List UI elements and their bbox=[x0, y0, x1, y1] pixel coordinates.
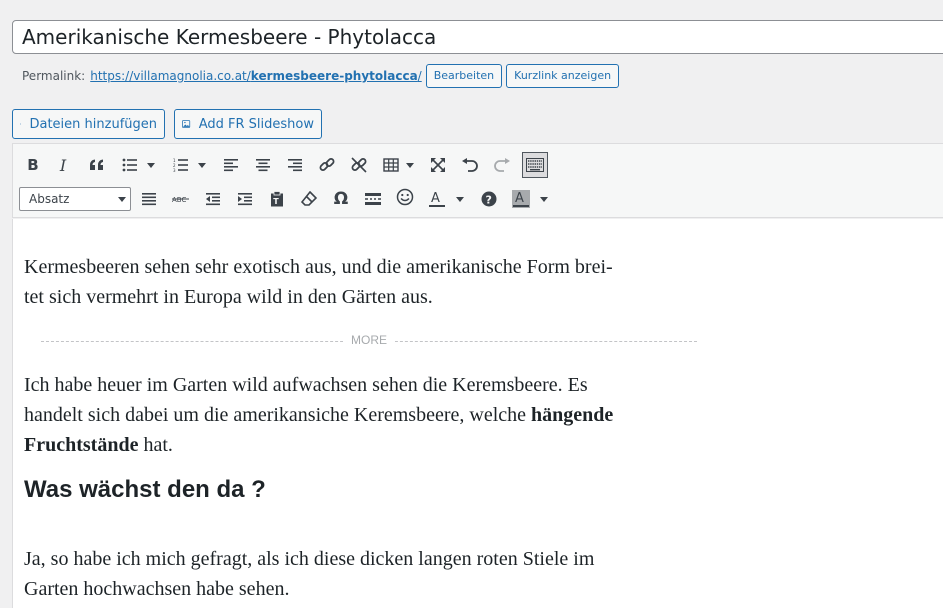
blockquote-icon[interactable] bbox=[85, 153, 109, 177]
svg-text:T: T bbox=[273, 197, 279, 206]
bold-text-haengende: hängende bbox=[531, 404, 614, 426]
permalink-url-trail: / bbox=[417, 69, 422, 83]
align-center-icon[interactable] bbox=[251, 153, 275, 177]
emoticon-icon[interactable] bbox=[393, 185, 417, 209]
link-icon[interactable] bbox=[315, 153, 339, 177]
svg-text:A: A bbox=[431, 191, 440, 206]
align-left-icon[interactable] bbox=[219, 153, 243, 177]
clear-format-icon[interactable] bbox=[297, 187, 321, 211]
paragraph-second-line1: Ich habe heuer im Garten wild aufwachsen… bbox=[24, 374, 588, 396]
paragraph-second-text: handelt sich dabei um die amerikansiche … bbox=[24, 404, 532, 426]
indent-icon[interactable] bbox=[233, 187, 257, 211]
paragraph-second-line2: handelt sich dabei um die amerikansiche … bbox=[24, 400, 714, 430]
text-color-dropdown-icon[interactable] bbox=[455, 187, 465, 211]
permalink-label: Permalink: bbox=[22, 69, 86, 83]
add-media-button[interactable]: Dateien hinzufügen bbox=[12, 109, 165, 139]
format-select[interactable]: Absatz bbox=[19, 187, 131, 211]
chevron-down-icon bbox=[118, 197, 126, 202]
svg-text:?: ? bbox=[486, 194, 492, 207]
permalink-link[interactable]: https://villamagnolia.co.at/kermesbeere-… bbox=[90, 69, 421, 83]
edit-permalink-button[interactable]: Bearbeiten bbox=[425, 64, 503, 88]
unlink-icon[interactable] bbox=[347, 153, 371, 177]
italic-icon[interactable]: I bbox=[51, 153, 75, 177]
table-dropdown-icon[interactable] bbox=[405, 153, 415, 177]
paragraph-second-end: hat. bbox=[138, 434, 173, 456]
redo-icon[interactable] bbox=[490, 153, 514, 177]
justify-icon[interactable] bbox=[137, 187, 161, 211]
paste-text-icon[interactable]: T bbox=[265, 187, 289, 211]
shortlink-button[interactable]: Kurzlink anzeigen bbox=[506, 64, 620, 88]
permalink-url-base: https://villamagnolia.co.at/ bbox=[90, 69, 251, 83]
paragraph-intro: Kermesbeeren sehen sehr exotisch aus, un… bbox=[24, 252, 714, 312]
content-heading: Was wächst den da ? bbox=[24, 476, 266, 503]
slideshow-icon bbox=[182, 120, 191, 128]
numbered-list-dropdown-icon[interactable] bbox=[197, 153, 207, 177]
background-color-icon[interactable]: A bbox=[509, 187, 533, 211]
media-icon bbox=[20, 123, 22, 125]
bullet-list-icon[interactable] bbox=[118, 153, 142, 177]
add-slideshow-button[interactable]: Add FR Slideshow bbox=[174, 109, 322, 139]
add-media-label: Dateien hinzufügen bbox=[29, 116, 157, 132]
text-color-icon[interactable]: A bbox=[425, 187, 449, 211]
svg-text:ABC: ABC bbox=[172, 196, 186, 204]
bold-icon[interactable]: B bbox=[21, 153, 45, 177]
fullscreen-icon[interactable] bbox=[426, 153, 450, 177]
format-select-value: Absatz bbox=[29, 192, 70, 206]
paragraph-third-line1: Ja, so habe ich mich gefragt, als ich di… bbox=[24, 548, 595, 570]
toolbar-toggle-icon[interactable] bbox=[522, 152, 548, 178]
align-right-icon[interactable] bbox=[283, 153, 307, 177]
read-more-icon[interactable] bbox=[361, 187, 385, 211]
bullet-list-dropdown-icon[interactable] bbox=[146, 153, 156, 177]
post-title-input[interactable]: Amerikanische Kermesbeere - Phytolacca bbox=[12, 20, 943, 54]
table-icon[interactable] bbox=[379, 153, 403, 177]
svg-text:3: 3 bbox=[173, 168, 176, 172]
svg-text:A: A bbox=[515, 191, 524, 206]
paragraph-second: Ich habe heuer im Garten wild aufwachsen… bbox=[24, 370, 714, 460]
paragraph-second-line3: Fruchtstände hat. bbox=[24, 430, 714, 460]
help-icon[interactable]: ? bbox=[477, 187, 501, 211]
more-separator: MORE bbox=[41, 333, 697, 356]
bold-text-fruchtstaende: Fruchtstände bbox=[24, 434, 139, 456]
editor-toolbar: B I 123 Absatz ABC T Ω A ? A bbox=[12, 143, 943, 218]
numbered-list-icon[interactable]: 123 bbox=[169, 153, 193, 177]
paragraph-intro-line1: Kermesbeeren sehen sehr exotisch aus, un… bbox=[24, 256, 613, 278]
undo-icon[interactable] bbox=[458, 153, 482, 177]
omega-icon[interactable]: Ω bbox=[329, 187, 353, 211]
strikethrough-icon[interactable]: ABC bbox=[169, 187, 193, 211]
add-slideshow-label: Add FR Slideshow bbox=[198, 116, 314, 132]
editor-content[interactable]: Kermesbeeren sehen sehr exotisch aus, un… bbox=[12, 219, 943, 608]
background-color-dropdown-icon[interactable] bbox=[539, 187, 549, 211]
permalink-url-slug: kermesbeere-phytolacca bbox=[250, 69, 418, 83]
paragraph-third-line2: Garten hochwachsen habe sehen. bbox=[24, 578, 290, 600]
paragraph-intro-line2: tet sich vermehrt in Europa wild in den … bbox=[24, 286, 433, 308]
outdent-icon[interactable] bbox=[201, 187, 225, 211]
permalink-row: Permalink: https://villamagnolia.co.at/k… bbox=[22, 63, 620, 89]
more-label: MORE bbox=[343, 333, 395, 347]
paragraph-third: Ja, so habe ich mich gefragt, als ich di… bbox=[24, 544, 714, 604]
